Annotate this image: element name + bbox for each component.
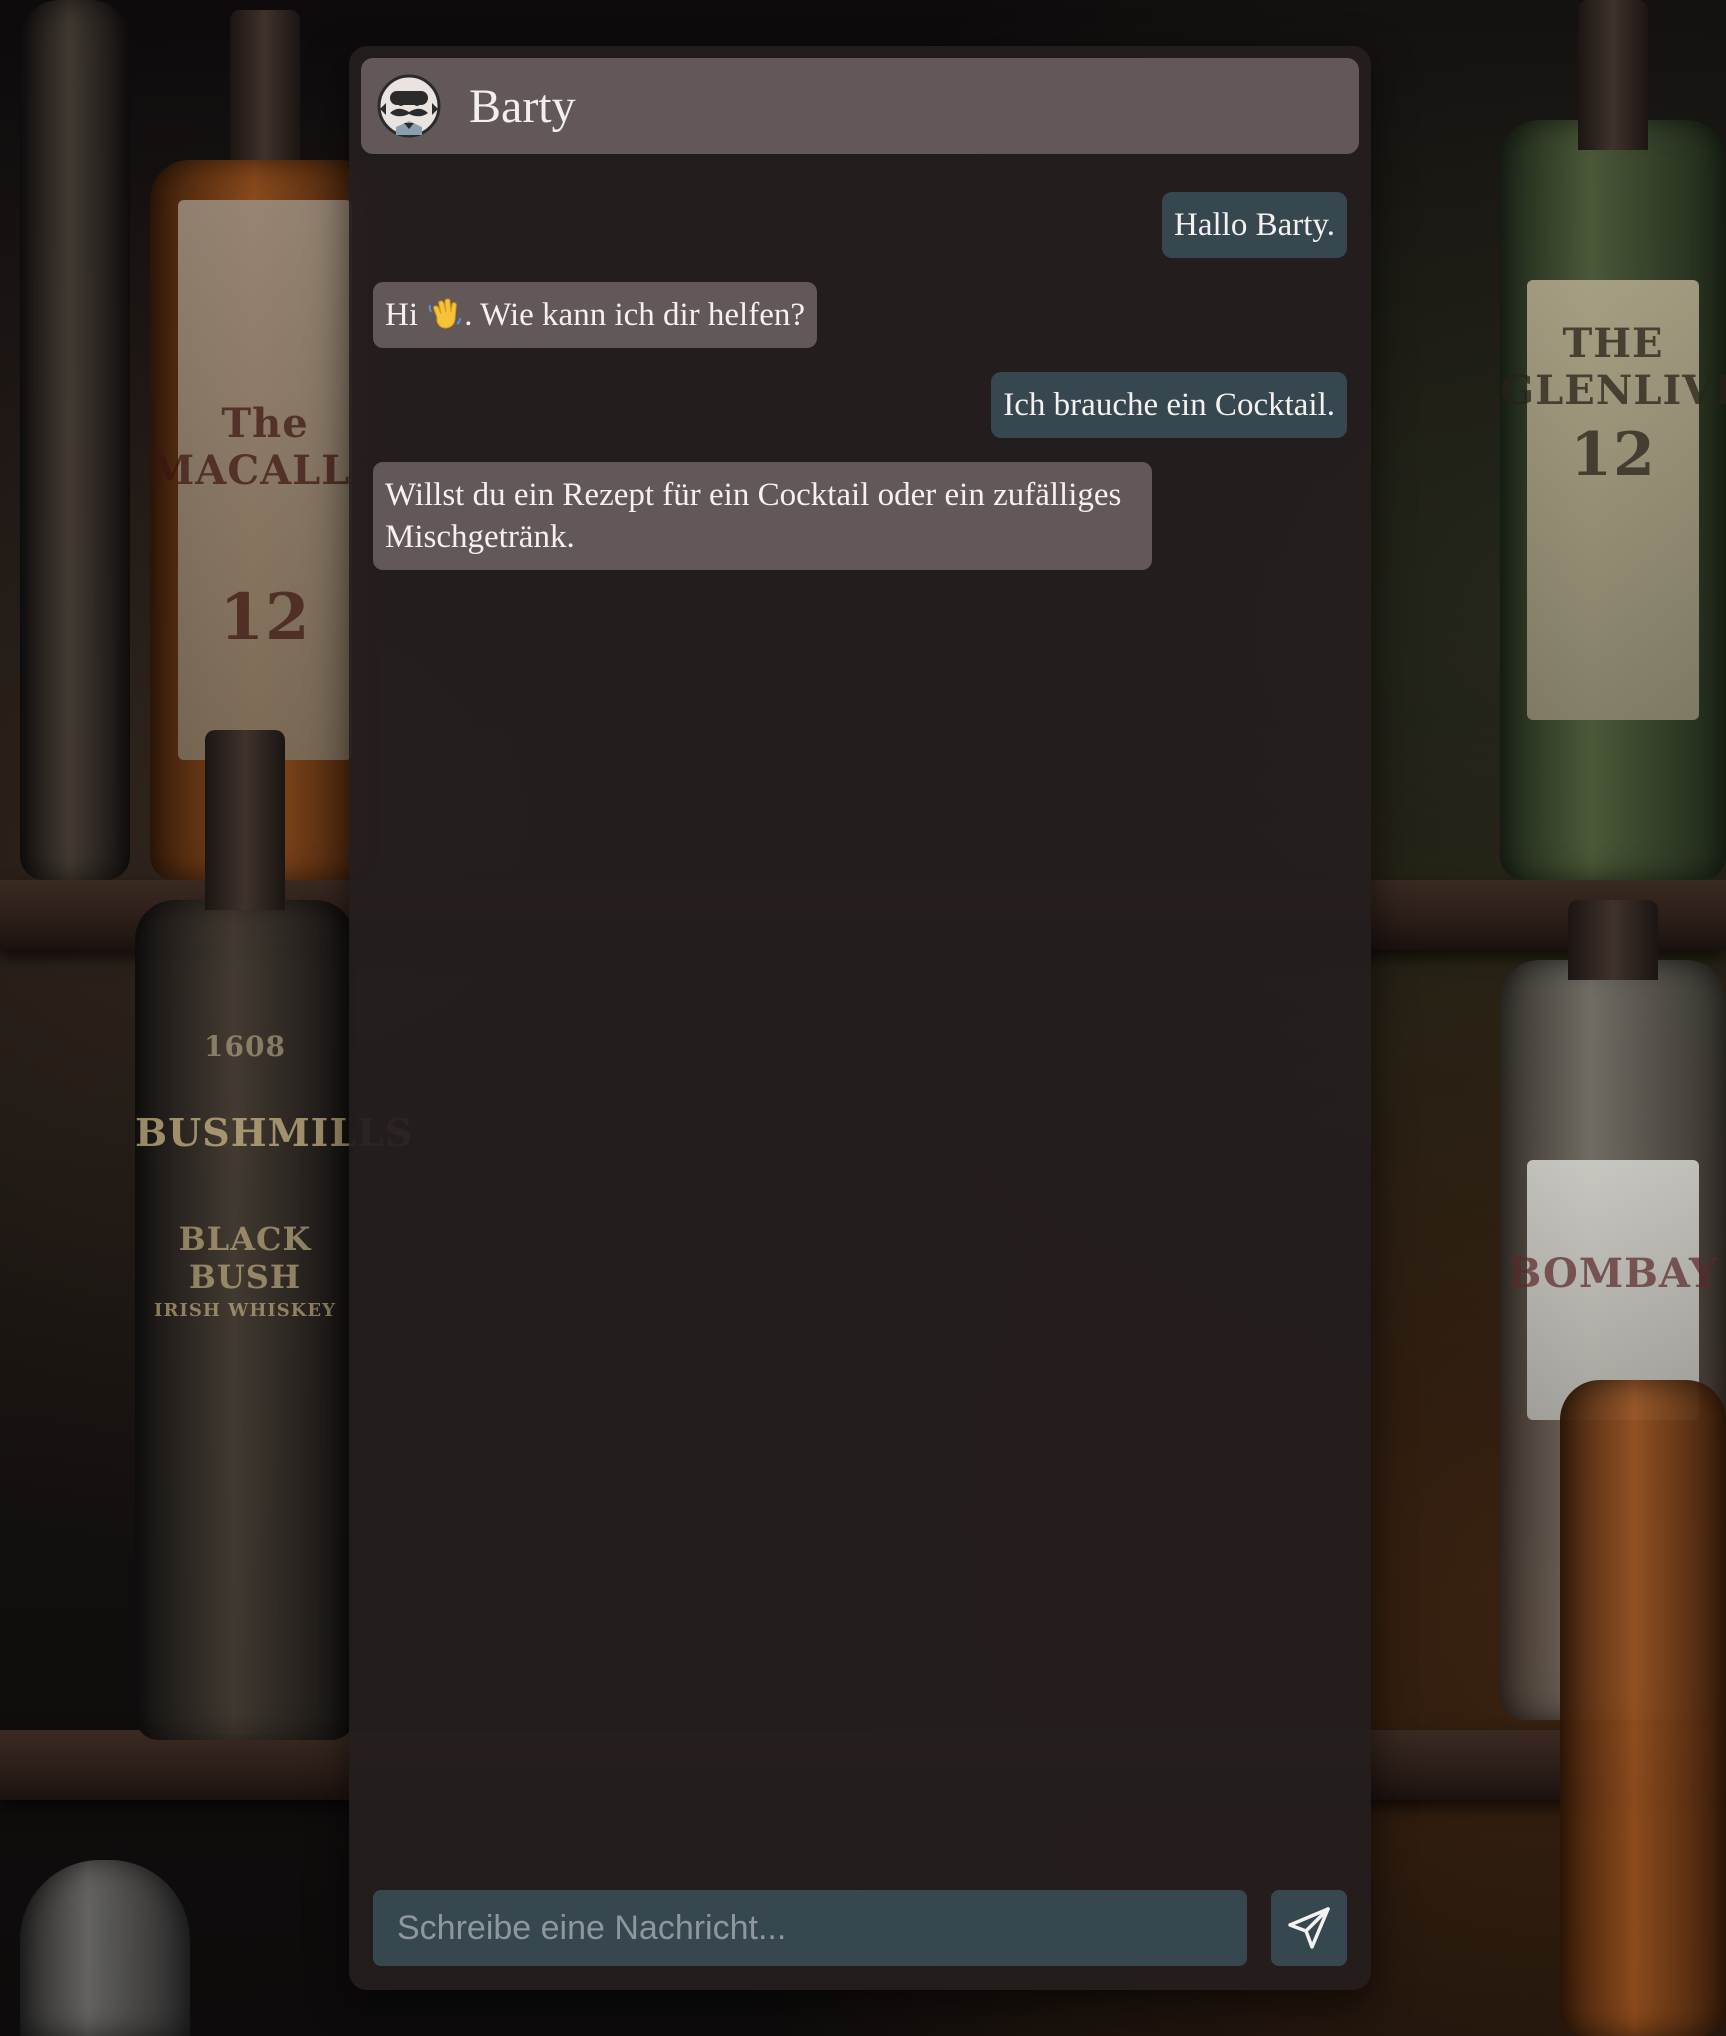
- bottle-label-glenlivet-age: 12: [1570, 420, 1656, 490]
- bot-message-text: . Wie kann ich dir helfen?: [464, 297, 806, 333]
- bottle-bushmills: 1608 BUSHMILLS BLACK BUSH IRISH WHISKEY: [135, 730, 414, 1740]
- message-row: Ich brauche ein Cocktail.: [373, 372, 1347, 438]
- bottle-left-edge: [20, 0, 130, 880]
- bot-message: Hi . Wie kann ich dir helfen?: [373, 282, 818, 348]
- message-row: Willst du ein Rezept für ein Cocktail od…: [373, 462, 1347, 570]
- user-message: Hallo Barty.: [1162, 192, 1347, 258]
- bottle-label-bushmills: BUSHMILLS: [135, 1110, 414, 1155]
- composer: [373, 1890, 1347, 1966]
- waving-hand-emoji-icon: [428, 297, 462, 331]
- bottle-label-bushmills-year: 1608: [204, 1030, 286, 1063]
- message-row: Hi . Wie kann ich dir helfen?: [373, 282, 1347, 348]
- message-row: Hallo Barty.: [373, 192, 1347, 258]
- chat-header: Barty: [361, 58, 1359, 154]
- mustached-bartender-icon: [375, 72, 443, 140]
- user-message: Ich brauche ein Cocktail.: [991, 372, 1347, 438]
- chat-window: Barty Hallo Barty. Hi . Wie kann ich dir…: [349, 46, 1371, 1990]
- paper-plane-icon: [1286, 1905, 1332, 1951]
- bottle-bottom-left: [20, 1860, 190, 2036]
- bot-message-text: Hi: [385, 297, 418, 333]
- bottle-amber-right: [1560, 1380, 1726, 2036]
- bottle-label-black-bush: BLACK BUSH: [178, 1220, 312, 1296]
- bot-message: Willst du ein Rezept für ein Cocktail od…: [373, 462, 1152, 570]
- bottle-label-macallan-age: 12: [219, 580, 311, 655]
- message-input[interactable]: [373, 1890, 1247, 1966]
- bottle-label-bombay: BOMBAY: [1507, 1250, 1719, 1297]
- chat-title: Barty: [469, 79, 576, 133]
- bottle-label-glenlivet: THE GLENLIVET: [1500, 320, 1726, 414]
- bottle-label-macallan: The MACALLAN: [150, 400, 421, 494]
- message-list: Hallo Barty. Hi . Wie kann ich dir helfe…: [373, 192, 1347, 594]
- bottle-label-irish-whiskey: IRISH WHISKEY: [154, 1300, 336, 1321]
- bottle-glenlivet: THE GLENLIVET 12: [1500, 0, 1726, 880]
- send-button[interactable]: [1271, 1890, 1347, 1966]
